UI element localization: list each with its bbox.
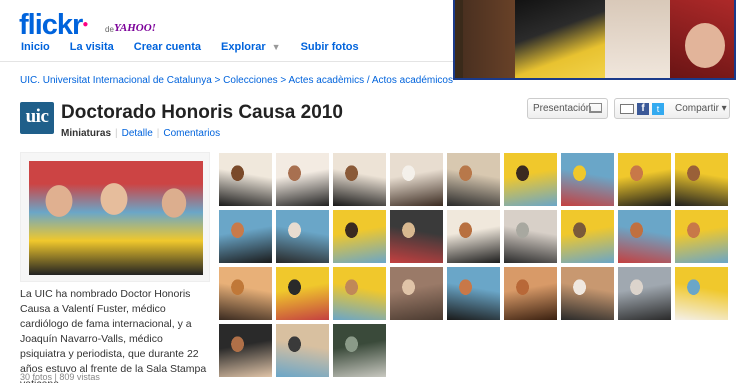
- view-separator: |: [156, 128, 160, 139]
- photo-overlay-preview: [453, 0, 736, 80]
- slideshow-label: Presentación: [533, 103, 592, 114]
- photo-thumbnail[interactable]: [333, 324, 386, 377]
- photo-thumbnail[interactable]: [675, 153, 728, 206]
- view-switcher: Miniaturas | Detalle | Comentarios: [61, 128, 220, 139]
- overlay-photo-segment: [515, 0, 605, 78]
- photo-thumbnail[interactable]: [333, 210, 386, 263]
- nav-la-visita[interactable]: La visita: [70, 41, 114, 55]
- logo-de-label: de: [105, 25, 114, 34]
- photo-thumbnail[interactable]: [561, 153, 614, 206]
- breadcrumb[interactable]: UIC. Universitat Internacional de Catalu…: [20, 75, 453, 86]
- set-description: La UIC ha nombrado Doctor Honoris Causa …: [20, 288, 207, 383]
- yahoo-logo: YAHOO!: [114, 22, 156, 34]
- photo-thumbnail[interactable]: [675, 210, 728, 263]
- set-stats: 30 fotos | 809 vistas: [20, 372, 100, 382]
- twitter-icon[interactable]: t: [652, 103, 664, 115]
- nav-crear-cuenta[interactable]: Crear cuenta: [134, 41, 201, 55]
- photo-thumbnail[interactable]: [219, 267, 272, 320]
- photo-thumbnail[interactable]: [504, 210, 557, 263]
- photo-thumbnail[interactable]: [276, 324, 329, 377]
- view-thumbnails: Miniaturas: [61, 128, 112, 139]
- photo-thumbnail[interactable]: [618, 210, 671, 263]
- photo-thumbnail[interactable]: [675, 267, 728, 320]
- photo-thumbnail[interactable]: [447, 210, 500, 263]
- share-label: Compartir ▾: [675, 103, 727, 114]
- view-comments-link[interactable]: Comentarios: [163, 128, 220, 139]
- view-detail-link[interactable]: Detalle: [122, 128, 153, 139]
- main-nav: Inicio La visita Crear cuenta Explorar ▼ …: [21, 41, 379, 55]
- photo-thumbnail[interactable]: [276, 267, 329, 320]
- photo-thumbnail[interactable]: [276, 153, 329, 206]
- overlay-photo-segment: [463, 0, 518, 78]
- photo-thumbnail[interactable]: [618, 267, 671, 320]
- nav-inicio[interactable]: Inicio: [21, 41, 50, 55]
- overlay-photo-detail: [685, 23, 725, 68]
- nav-explorar[interactable]: Explorar ▼: [221, 41, 281, 55]
- owner-avatar[interactable]: uic: [20, 102, 54, 134]
- photo-thumbnail[interactable]: [219, 324, 272, 377]
- photo-thumbnail[interactable]: [333, 153, 386, 206]
- monitor-icon: [589, 103, 602, 113]
- flickr-logo[interactable]: flickr●: [19, 9, 88, 41]
- photo-thumbnail[interactable]: [390, 267, 443, 320]
- logo-dot: ●: [82, 19, 88, 30]
- photo-thumbnail[interactable]: [561, 210, 614, 263]
- photo-thumbnail[interactable]: [390, 210, 443, 263]
- photo-thumbnail[interactable]: [504, 267, 557, 320]
- view-separator: |: [115, 128, 118, 139]
- photo-thumbnail[interactable]: [618, 153, 671, 206]
- cover-photo[interactable]: [29, 161, 203, 275]
- chevron-down-icon: ▼: [271, 42, 281, 52]
- photo-thumbnail[interactable]: [561, 267, 614, 320]
- facebook-icon[interactable]: f: [637, 103, 649, 115]
- page-title: Doctorado Honoris Causa 2010: [61, 102, 343, 123]
- photo-thumbnail[interactable]: [447, 153, 500, 206]
- slideshow-button[interactable]: Presentación: [527, 98, 608, 119]
- photo-thumbnail[interactable]: [219, 210, 272, 263]
- logo-text: flickr: [19, 9, 83, 41]
- photo-thumbnail[interactable]: [219, 153, 272, 206]
- nav-explorar-label: Explorar: [221, 41, 266, 53]
- share-button[interactable]: f t Compartir ▾: [614, 98, 730, 119]
- photo-thumbnail[interactable]: [333, 267, 386, 320]
- photo-thumbnail[interactable]: [390, 153, 443, 206]
- photo-thumbnail[interactable]: [504, 153, 557, 206]
- mail-icon[interactable]: [620, 104, 634, 114]
- photo-thumbnail[interactable]: [276, 210, 329, 263]
- thumbnail-grid: [219, 153, 728, 377]
- overlay-photo-segment: [605, 0, 675, 78]
- photo-thumbnail[interactable]: [447, 267, 500, 320]
- nav-subir-fotos[interactable]: Subir fotos: [301, 41, 359, 55]
- set-cover: [20, 152, 210, 282]
